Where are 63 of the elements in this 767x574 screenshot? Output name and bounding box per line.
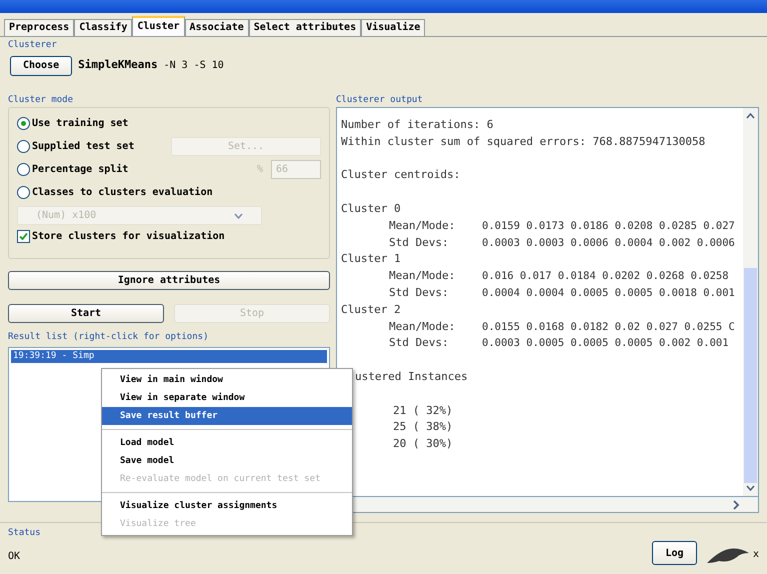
tab[interactable]: Associate [184,19,249,36]
menu-item[interactable]: Visualize cluster assignments [102,497,352,515]
radio-label: Use training set [32,116,128,131]
group-title: Status [8,527,41,540]
tab[interactable]: Classify [74,19,132,36]
group-title: Cluster mode [8,94,74,106]
menu-item[interactable]: View in separate window [102,389,352,407]
output-line: Cluster 0 [341,202,401,215]
menu-item[interactable]: View in main window [102,371,352,389]
radio-button[interactable] [17,117,30,130]
checkbox[interactable] [17,230,30,243]
stat-values: 0.0003 0.0005 0.0005 0.0005 0.002 0.001 [482,336,729,352]
start-button[interactable]: Start [8,304,164,323]
output-line: Cluster 1 [341,252,401,266]
stat-label: Std Devs: [389,234,450,251]
count-text: x [752,548,759,562]
tab[interactable]: Visualize [361,19,426,36]
group-title: Clusterer [8,39,57,52]
result-item[interactable]: 19:39:19 - Simp [11,350,327,362]
choose-button[interactable]: Choose [10,56,72,76]
output-line: 25 ( 38%) [393,420,453,434]
radio-button[interactable] [17,140,30,153]
stat-label: Mean/Mode: [389,318,456,335]
status-text: OK [8,550,22,564]
radio-button[interactable] [17,186,30,199]
ignore-attributes-button[interactable]: Ignore attributes [8,271,330,290]
radio-label: Percentage split [32,162,128,177]
tab[interactable]: Preprocess [4,19,74,36]
tab[interactable]: Cluster [132,16,185,36]
stat-values: 0.0004 0.0004 0.0005 0.0005 0.0018 0.001 [482,286,735,301]
menu-item[interactable]: Save model [102,452,352,470]
stat-values: 0.0003 0.0003 0.0006 0.0004 0.002 0.0006 [482,236,735,251]
vertical-scrollbar[interactable] [743,108,758,496]
percent-field: 66 [271,160,321,179]
group-title: Clusterer output [336,94,423,106]
output-line: ustered Instances [355,370,468,383]
output-line: 20 ( 30%) [393,437,453,450]
stat-label: Mean/Mode: [389,218,456,234]
menu-item[interactable]: Save result buffer [102,407,352,425]
tab[interactable]: Select attributes [248,19,362,36]
stat-label: Std Devs: [389,284,450,301]
radio-label: Supplied test set [32,140,134,154]
log-button[interactable]: Log [652,541,697,565]
radio-button[interactable] [17,163,30,176]
scheme-name: SimpleKMeans [78,57,158,74]
output-line: Cluster 2 [341,302,401,316]
output-line: 21 ( 32%) [393,404,453,417]
dropdown-value: (Num) x100 [36,209,96,223]
menu-item[interactable]: Load model [102,434,352,452]
checkbox-label: Store clusters for visualization [32,230,225,244]
stat-values: 0.016 0.017 0.0184 0.0202 0.0268 0.0258 [482,269,729,284]
stat-label: Std Devs: [389,335,450,352]
output-line: Number of iterations: 6 [341,118,494,131]
output-line: Within cluster sum of squared errors: 768.8875947130058 [341,134,706,148]
radio-label: Classes to clusters evaluation [32,186,213,200]
chevron-down-icon[interactable] [234,212,243,218]
stat-values: 0.0155 0.0168 0.0182 0.02 0.027 0.0255 C [482,320,735,335]
scheme-options: -N 3 -S 10 [164,58,224,73]
stat-values: 0.0159 0.0173 0.0186 0.0208 0.0285 0.027 [482,218,735,234]
group-title: Result list (right-click for options) [8,331,208,344]
percent-label: % [256,163,263,177]
stat-label: Mean/Mode: [389,268,456,284]
output-line: Cluster centroids: [341,168,460,182]
